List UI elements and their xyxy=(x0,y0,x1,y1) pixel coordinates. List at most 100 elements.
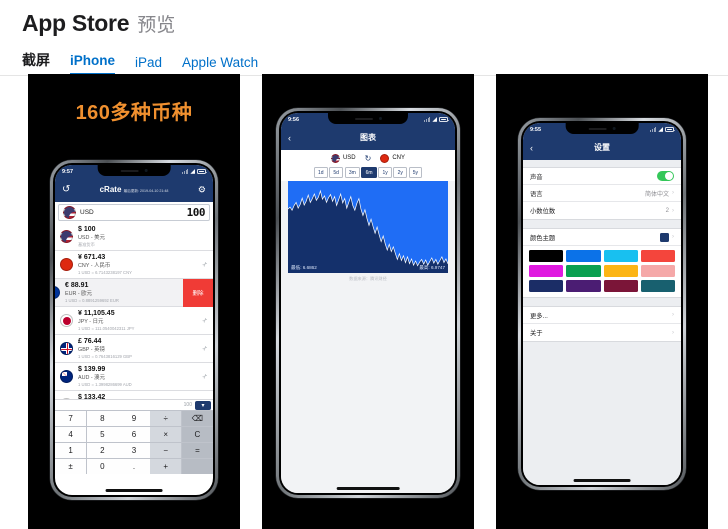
pair-from[interactable]: USD xyxy=(330,153,356,163)
wifi-icon: ◢ xyxy=(190,168,195,175)
table-row[interactable]: ¥ 671.43 CNY - 人民币 1 USD = 6.7143238197 … xyxy=(55,251,213,279)
theme-swatch-3[interactable] xyxy=(640,250,675,262)
range-5y[interactable]: 5y xyxy=(408,167,423,178)
home-indicator[interactable] xyxy=(105,489,163,492)
key-minus[interactable]: − xyxy=(150,442,182,458)
range-6m[interactable]: 6m xyxy=(361,167,377,178)
setting-row-decimals[interactable]: 小数位数 2 › xyxy=(523,202,681,219)
theme-swatch-10[interactable] xyxy=(603,280,638,292)
pair-to[interactable]: CNY xyxy=(380,153,405,163)
key-plusminus[interactable]: ± xyxy=(55,458,87,474)
time-range-selector[interactable]: 1d 5d 3m 6m 1y 2y 5y xyxy=(281,166,455,181)
setting-row-language[interactable]: 语言 简体中文 › xyxy=(523,185,681,202)
tab-ipad[interactable]: iPad xyxy=(135,55,162,75)
edit-wrench-icon[interactable]: ✂ xyxy=(201,260,210,269)
front-camera-icon xyxy=(612,127,616,130)
currency-list[interactable]: $ 100 USD - 美元 基准货币 ¥ 671.43 CNY - 人民币 1… xyxy=(55,223,213,399)
flag-cn-icon xyxy=(60,258,73,271)
promo-title-1: 160多种币种 xyxy=(75,102,193,124)
iphone-frame-1: 9:57 ◢ ↺ cRate 最后更新: 2019-04-10 21:48 ⚙ … xyxy=(50,160,218,500)
table-row[interactable]: € 88.91 EUR - 欧元 1 USD = 0.8891259692 EU… xyxy=(55,279,200,307)
screenshot-tabs: 截屏 iPhone iPad Apple Watch xyxy=(22,50,706,75)
setting-row-about[interactable]: 关于 › xyxy=(523,324,681,341)
key-7[interactable]: 7 xyxy=(55,410,87,426)
edit-wrench-icon[interactable]: ✂ xyxy=(201,372,210,381)
theme-swatch-9[interactable] xyxy=(566,280,601,292)
edit-wrench-icon[interactable]: ✂ xyxy=(201,316,210,325)
delete-button[interactable]: 删除 xyxy=(183,279,213,307)
key-decimal[interactable]: . xyxy=(118,458,150,474)
notch-1 xyxy=(97,165,171,176)
theme-color-grid[interactable] xyxy=(523,246,681,297)
setting-row-more[interactable]: 更多... › xyxy=(523,307,681,324)
refresh-icon[interactable]: ↺ xyxy=(62,185,70,195)
nav-title-1: cRate 最后更新: 2019-04-10 21:48 xyxy=(100,185,169,194)
chevron-down-icon[interactable]: ▾ xyxy=(195,400,211,410)
key-equals[interactable]: = xyxy=(181,442,213,458)
base-currency-row[interactable]: USD 100 xyxy=(58,204,210,221)
home-indicator[interactable] xyxy=(573,479,631,482)
key-1[interactable]: 1 xyxy=(55,442,87,458)
swap-icon[interactable]: ↻ xyxy=(365,154,372,163)
back-chevron-icon[interactable]: ‹ xyxy=(288,133,291,143)
key-9[interactable]: 9 xyxy=(118,410,150,426)
gear-icon[interactable]: ⚙ xyxy=(198,185,206,195)
setting-label-language: 语言 xyxy=(530,190,543,198)
range-3m[interactable]: 3m xyxy=(344,167,360,178)
setting-row-theme[interactable]: 颜色主题 › xyxy=(523,229,681,246)
theme-swatch-5[interactable] xyxy=(566,265,601,277)
key-divide[interactable]: ÷ xyxy=(150,410,182,426)
key-3[interactable]: 3 xyxy=(118,442,150,458)
numeric-keypad[interactable]: 7 8 9 ÷ ⌫ 4 5 6 × C 1 2 3 − = ± 0 . + xyxy=(55,410,213,474)
table-row[interactable]: $ 100 USD - 美元 基准货币 xyxy=(55,223,213,251)
key-multiply[interactable]: × xyxy=(150,426,182,442)
theme-swatch-1[interactable] xyxy=(566,250,601,262)
key-0[interactable]: 0 xyxy=(86,458,118,474)
base-amount-display[interactable]: 100 xyxy=(187,206,206,219)
theme-swatch-4[interactable] xyxy=(529,265,564,277)
table-row[interactable]: $ 133.42 CAD - 加拿大元 1 USD = 1.3342224593… xyxy=(55,391,213,399)
key-8[interactable]: 8 xyxy=(86,410,118,426)
range-1d[interactable]: 1d xyxy=(313,167,328,178)
tab-apple-watch[interactable]: Apple Watch xyxy=(182,55,258,75)
theme-swatch-6[interactable] xyxy=(603,265,638,277)
key-clear[interactable]: C xyxy=(181,426,213,442)
key-2[interactable]: 2 xyxy=(86,442,118,458)
exchange-rate-chart[interactable]: 最低: 6.6862 最高: 6.9747 xyxy=(288,181,448,273)
list-footer: 100 ▾ xyxy=(55,399,213,410)
setting-row-sound[interactable]: 声音 xyxy=(523,168,681,185)
swipe-row-container[interactable]: 删除 € 88.91 EUR - 欧元 1 USD = 0.8891259692… xyxy=(55,279,213,307)
key-5[interactable]: 5 xyxy=(86,426,118,442)
row-rate: 1 USD = 111.0540042311 JPY xyxy=(78,325,135,331)
screenshot-2-chart[interactable]: 9:56 ◢ ‹ 图表 USD ↻ CNY 1d 5d 3m 6m 1y 2y … xyxy=(262,74,474,529)
iphone-frame-2: 9:56 ◢ ‹ 图表 USD ↻ CNY 1d 5d 3m 6m 1y 2y … xyxy=(276,108,460,498)
home-indicator[interactable] xyxy=(336,487,400,490)
earpiece-speaker-icon xyxy=(120,169,139,172)
key-4[interactable]: 4 xyxy=(55,426,87,442)
screenshot-3-settings[interactable]: 9:55 ◢ ‹ 设置 声音 语言 简体中文 › 小数位数 2 › 颜色主题 ›… xyxy=(496,74,708,529)
sound-toggle[interactable] xyxy=(657,171,674,181)
range-5d[interactable]: 5d xyxy=(329,167,344,178)
theme-swatch-11[interactable] xyxy=(640,280,675,292)
table-row[interactable]: ¥ 11,105.45 JPY - 日元 1 USD = 111.0540042… xyxy=(55,307,213,335)
key-6[interactable]: 6 xyxy=(118,426,150,442)
iphone-bezel-3: 9:55 ◢ ‹ 设置 声音 语言 简体中文 › 小数位数 2 › 颜色主题 ›… xyxy=(521,121,683,487)
key-plus[interactable]: + xyxy=(150,458,182,474)
theme-swatch-0[interactable] xyxy=(529,250,564,262)
flag-au-icon xyxy=(60,370,73,383)
backspace-icon[interactable]: ⌫ xyxy=(181,410,213,426)
back-chevron-icon[interactable]: ‹ xyxy=(530,143,533,153)
range-1y[interactable]: 1y xyxy=(378,167,392,178)
theme-swatch-8[interactable] xyxy=(529,280,564,292)
table-row[interactable]: £ 76.44 GBP - 英镑 1 USD = 0.7643816129 GB… xyxy=(55,335,213,363)
edit-wrench-icon[interactable]: ✂ xyxy=(201,344,210,353)
tab-iphone[interactable]: iPhone xyxy=(70,53,116,75)
currency-pair-bar[interactable]: USD ↻ CNY xyxy=(281,150,455,166)
theme-swatch-7[interactable] xyxy=(640,265,675,277)
screenshot-1-currency-list[interactable]: 160多种币种 9:57 ◢ ↺ cRate 最后更新: 2019-04-10 … xyxy=(28,74,240,529)
table-row[interactable]: $ 139.99 AUD - 澳元 1 USD = 1.3998286699 A… xyxy=(55,363,213,391)
range-2y[interactable]: 2y xyxy=(393,167,408,178)
theme-swatch-2[interactable] xyxy=(603,250,638,262)
battery-icon xyxy=(197,169,207,174)
setting-value-theme: › xyxy=(660,232,674,242)
